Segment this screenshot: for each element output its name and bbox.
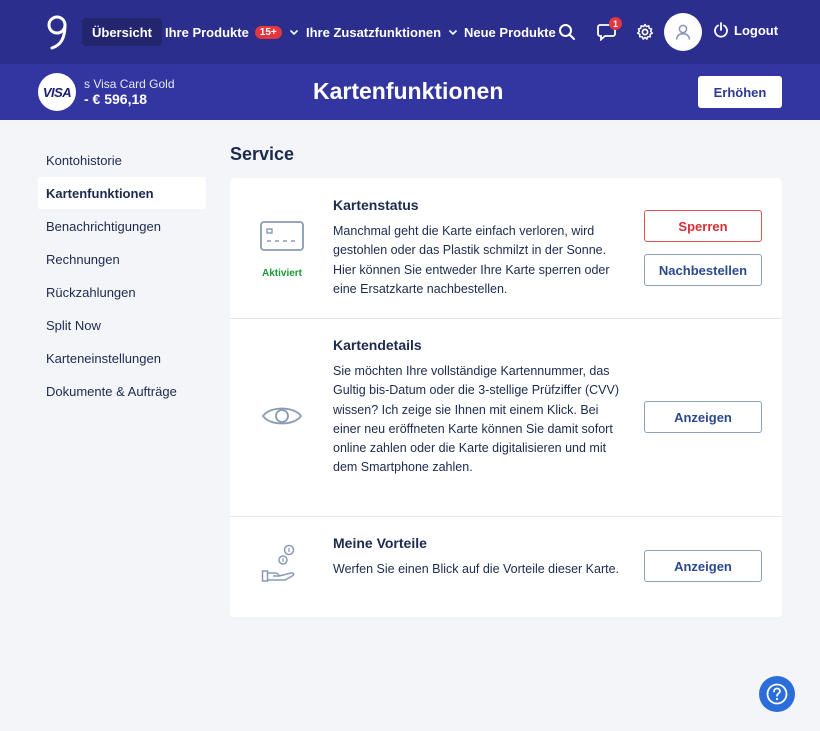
sidebar-item-notifications[interactable]: Benachrichtigungen [38, 210, 206, 242]
nav-item-label: Übersicht [92, 24, 152, 40]
top-navigation: Übersicht Ihre Produkte 15+ Ihre Zusatzf… [0, 0, 820, 64]
sidebar-item-invoices[interactable]: Rechnungen [38, 243, 206, 275]
search-button[interactable] [558, 23, 576, 41]
nav-item-new-products[interactable]: Neue Produkte [464, 18, 556, 46]
sidebar-item-split-now[interactable]: Split Now [38, 309, 206, 341]
nav-item-overview[interactable]: Übersicht [82, 18, 162, 46]
nav-item-products[interactable]: Ihre Produkte 15+ [165, 18, 299, 46]
user-icon [675, 24, 691, 40]
power-icon [714, 22, 728, 38]
show-benefits-button[interactable]: Anzeigen [644, 550, 762, 582]
sidebar-item-repayments[interactable]: Rückzahlungen [38, 276, 206, 308]
card-balance: - € 596,18 [84, 91, 148, 107]
visa-logo: VISA [38, 73, 76, 111]
nav-item-label: Neue Produkte [464, 24, 556, 40]
row-title: Kartendetails [333, 337, 422, 353]
block-card-button[interactable]: Sperren [644, 210, 762, 242]
row-title: Meine Vorteile [333, 535, 427, 551]
chevron-down-icon [289, 29, 298, 36]
logo-icon[interactable] [44, 14, 70, 50]
settings-button[interactable] [636, 23, 654, 41]
sidebar-item-account-history[interactable]: Kontohistorie [38, 144, 206, 176]
row-description: Manchmal geht die Karte einfach verloren… [333, 224, 610, 296]
sidebar-item-card-settings[interactable]: Karteneinstellungen [38, 342, 206, 374]
row-description: Werfen Sie einen Blick auf die Vorteile … [333, 562, 620, 576]
nav-item-label: Ihre Produkte [165, 24, 249, 40]
card-icon [260, 221, 304, 251]
card-status-label: Aktiviert [261, 268, 302, 279]
logout-label: Logout [734, 22, 779, 38]
show-card-details-button[interactable]: Anzeigen [644, 401, 762, 433]
raise-limit-button[interactable]: Erhöhen [698, 76, 782, 108]
reorder-card-button[interactable]: Nachbestellen [644, 254, 762, 286]
card-name: s Visa Card Gold [84, 77, 175, 91]
service-row-card-details: Kartendetails Sie möchten Ihre vollständ… [230, 319, 782, 516]
service-row-card-status: Aktiviert Kartenstatus Manchmal geht die… [230, 178, 782, 318]
search-icon [559, 24, 575, 40]
question-mark-icon [766, 683, 788, 705]
coins-hand-icon [261, 544, 295, 582]
gear-icon [636, 23, 654, 40]
messages-badge: 1 [609, 17, 622, 30]
chevron-down-icon [448, 29, 458, 36]
nav-item-extras[interactable]: Ihre Zusatzfunktionen [306, 18, 458, 46]
service-row-benefits: Meine Vorteile Werfen Sie einen Blick au… [230, 517, 782, 617]
avatar[interactable] [664, 13, 702, 51]
service-panel: Aktiviert Kartenstatus Manchmal geht die… [230, 178, 782, 617]
row-description: Sie möchten Ihre vollständige Kartennumm… [333, 364, 619, 475]
sidebar-item-documents[interactable]: Dokumente & Aufträge [38, 375, 206, 407]
help-button[interactable] [759, 676, 795, 712]
section-title: Service [230, 144, 295, 164]
eye-icon [261, 407, 303, 425]
products-count-badge: 15+ [254, 25, 282, 39]
logout-button[interactable]: Logout [713, 22, 778, 38]
row-title: Kartenstatus [333, 197, 419, 213]
nav-item-label: Ihre Zusatzfunktionen [306, 24, 442, 40]
page-title: Kartenfunktionen [313, 78, 504, 104]
messages-button[interactable]: 1 [597, 17, 622, 41]
sidebar-item-card-functions[interactable]: Kartenfunktionen [38, 177, 206, 209]
